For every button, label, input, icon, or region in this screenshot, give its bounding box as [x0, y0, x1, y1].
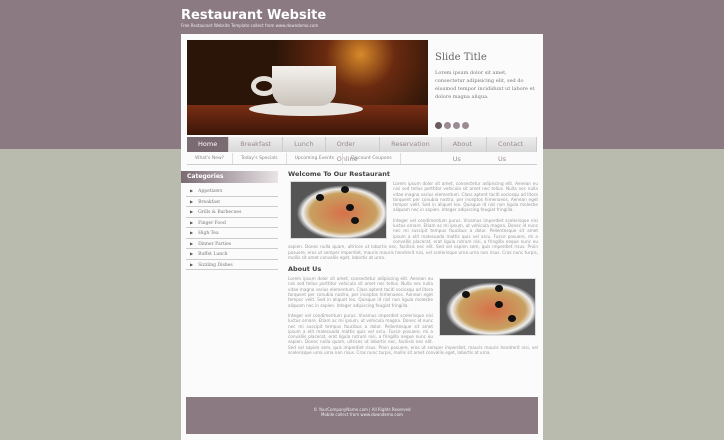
- slider-pagination: [435, 122, 469, 129]
- arrow-icon: ▶: [190, 240, 194, 246]
- category-label: Finger Food: [198, 220, 226, 226]
- categories-list: ▶ Appetizers ▶ Breakfast ▶ Grills & Barbecu…: [186, 186, 278, 270]
- category-label: Appetizers: [198, 189, 223, 194]
- category-label: Buffet Lunch: [198, 252, 228, 257]
- slide-dot[interactable]: [435, 122, 442, 129]
- category-item[interactable]: ▶ High Tea: [186, 228, 278, 239]
- category-item[interactable]: ▶ Finger Food: [186, 218, 278, 228]
- category-item[interactable]: ▶ Grills & Barbecues: [186, 207, 278, 218]
- category-item[interactable]: ▶ Sizzling Dishes: [186, 260, 278, 270]
- subnav-discount-coupons[interactable]: Discount Coupons: [343, 153, 401, 164]
- arrow-icon: ▶: [190, 209, 194, 214]
- subnav-whats-new[interactable]: What's New?: [187, 153, 234, 164]
- category-item[interactable]: ▶ Dinner Parties: [186, 239, 278, 249]
- arrow-icon: ▶: [190, 198, 194, 204]
- slide-caption: Slide Title Lorem ipsum dolor sit amet, …: [435, 52, 535, 101]
- slide-dot[interactable]: [453, 122, 460, 129]
- main-content: Welcome To Our Restaurant Lorem ipsum do…: [288, 170, 538, 355]
- category-item[interactable]: ▶ Appetizers: [186, 186, 278, 197]
- coffee-cup: [272, 66, 336, 106]
- slide-dot[interactable]: [462, 122, 469, 129]
- about-heading: About Us: [288, 265, 322, 274]
- arrow-icon: ▶: [190, 261, 194, 267]
- sub-nav: What's New? Today's Specials Upcoming Ev…: [187, 153, 537, 165]
- slider-image: [187, 40, 428, 135]
- pizza-image: [439, 278, 536, 337]
- arrow-icon: ▶: [190, 219, 194, 225]
- category-label: High Tea: [198, 231, 219, 236]
- categories-heading: Categories: [181, 171, 278, 183]
- pizza-image: [290, 181, 387, 239]
- subnav-todays-specials[interactable]: Today's Specials: [233, 153, 287, 164]
- category-label: Dinner Parties: [198, 241, 232, 247]
- nav-lunch[interactable]: Lunch: [283, 137, 326, 152]
- nav-breakfast[interactable]: Breakfast: [229, 137, 284, 152]
- subnav-upcoming-events[interactable]: Upcoming Events: [287, 153, 344, 164]
- main-nav: Home Breakfast Lunch Order Online Reserv…: [187, 137, 537, 163]
- slide-dot[interactable]: [444, 122, 451, 129]
- nav-home[interactable]: Home: [187, 137, 230, 152]
- slide-title: Slide Title: [435, 52, 487, 63]
- nav-contact-us[interactable]: Contact Us: [487, 137, 537, 163]
- slide-body: Lorem ipsum dolor sit amet, consectetur …: [435, 70, 535, 100]
- site-title[interactable]: Restaurant Website: [181, 8, 326, 23]
- arrow-icon: ▶: [190, 251, 194, 256]
- category-label: Sizzling Dishes: [198, 262, 233, 268]
- footer-credit[interactable]: Mobile collect from www.downdemo.com: [186, 412, 538, 417]
- arrow-icon: ▶: [190, 188, 194, 193]
- site-tagline: Free Restaurant Website Template collect…: [181, 23, 319, 28]
- arrow-icon: ▶: [190, 230, 194, 235]
- category-label: Grills & Barbecues: [198, 210, 242, 215]
- nav-reservation[interactable]: Reservation: [380, 137, 442, 152]
- category-item[interactable]: ▶ Breakfast: [186, 197, 278, 207]
- welcome-heading: Welcome To Our Restaurant: [288, 170, 390, 178]
- page-container: Slide Title Lorem ipsum dolor sit amet, …: [181, 34, 543, 440]
- nav-about-us[interactable]: About Us: [442, 137, 488, 163]
- nav-order-online[interactable]: Order Online: [326, 137, 381, 163]
- category-item[interactable]: ▶ Buffet Lunch: [186, 249, 278, 260]
- footer: © YourCompanyName.com | All Rights Reser…: [186, 397, 538, 434]
- category-label: Breakfast: [198, 199, 221, 205]
